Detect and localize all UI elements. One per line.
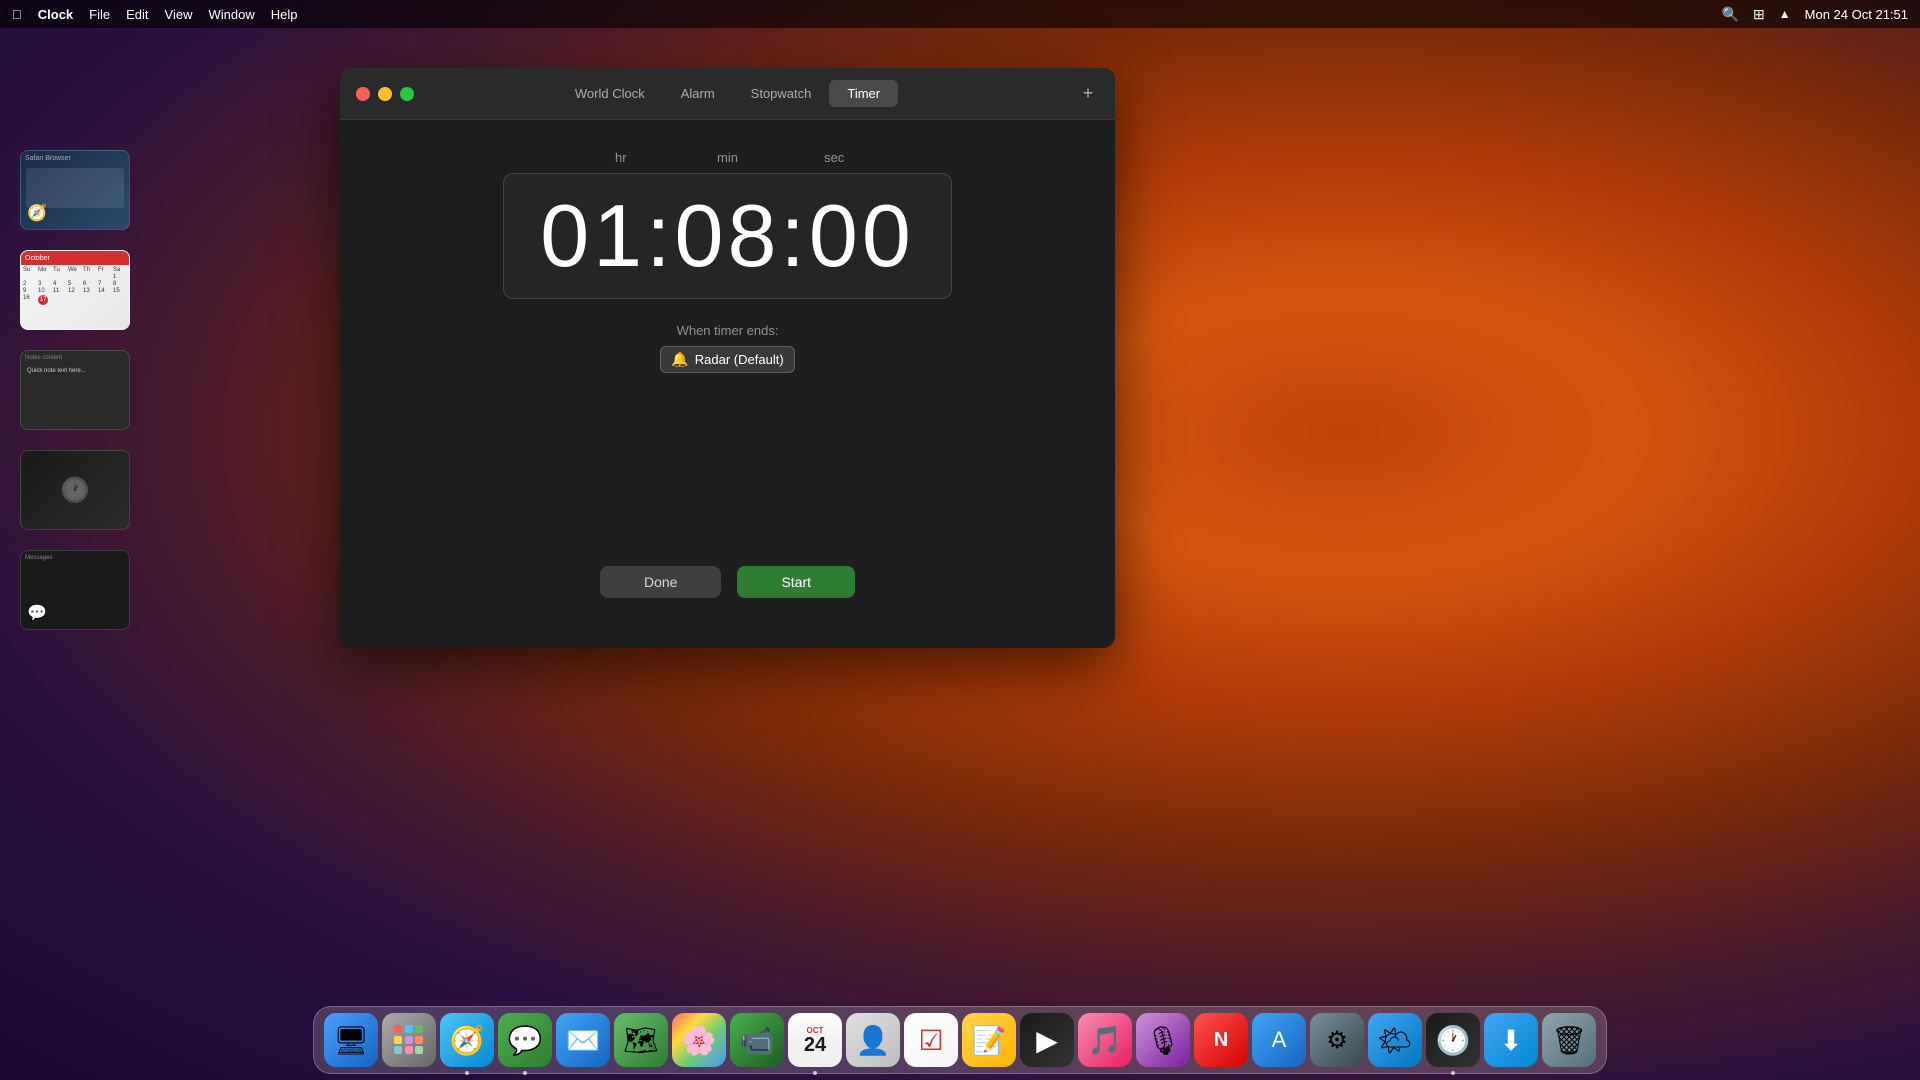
- news-icon: N: [1214, 1029, 1228, 1052]
- add-tab-button[interactable]: +: [1077, 83, 1099, 105]
- reminders-icon: ☑: [918, 1024, 943, 1057]
- dock-item-podcasts[interactable]: 🎙: [1136, 1013, 1190, 1067]
- when-timer-ends-section: When timer ends: 🔔 Radar (Default): [660, 323, 794, 373]
- appletv-icon: ▶: [1036, 1024, 1058, 1057]
- start-button[interactable]: Start: [737, 566, 855, 598]
- safari-icon: 🧭: [450, 1024, 485, 1057]
- window-menu[interactable]: Window: [208, 7, 254, 22]
- messages-icon: 💬: [508, 1024, 543, 1057]
- airdrop-icon: ⬇: [1499, 1024, 1522, 1057]
- thumbnail-safari[interactable]: Safari Browser 🧭: [20, 150, 130, 230]
- dock-item-mail[interactable]: ✉️: [556, 1013, 610, 1067]
- dock-item-weather[interactable]: 🌤: [1368, 1013, 1422, 1067]
- dock-item-appstore[interactable]: A: [1252, 1013, 1306, 1067]
- timer-display-wrapper[interactable]: 01:08:00: [503, 173, 952, 299]
- weather-icon: 🌤: [1377, 1024, 1413, 1057]
- close-button[interactable]: [356, 87, 370, 101]
- minimize-button[interactable]: [378, 87, 392, 101]
- contacts-icon: 👤: [856, 1024, 891, 1057]
- maximize-button[interactable]: [400, 87, 414, 101]
- file-menu[interactable]: File: [89, 7, 110, 22]
- dock-item-system-preferences[interactable]: ⚙: [1310, 1013, 1364, 1067]
- mail-icon: ✉️: [566, 1024, 601, 1057]
- dock-item-airdrop[interactable]: ⬇: [1484, 1013, 1538, 1067]
- dock-item-calendar[interactable]: OCT 24: [788, 1013, 842, 1067]
- clock-icon: 🕐: [1436, 1024, 1471, 1057]
- apple-menu[interactable]: : [12, 7, 22, 22]
- sound-selector[interactable]: 🔔 Radar (Default): [660, 346, 794, 373]
- dock-item-appletv[interactable]: ▶: [1020, 1013, 1074, 1067]
- sound-name: Radar (Default): [695, 352, 784, 367]
- dock-item-contacts[interactable]: 👤: [846, 1013, 900, 1067]
- dock-item-maps[interactable]: 🗺: [614, 1013, 668, 1067]
- hr-label: hr: [568, 150, 675, 165]
- messages-dot: [523, 1071, 527, 1075]
- dock-item-notes[interactable]: 📝: [962, 1013, 1016, 1067]
- safari-dot: [465, 1071, 469, 1075]
- done-button[interactable]: Done: [600, 566, 721, 598]
- menubar:  Clock File Edit View Window Help 🔍 ⊞ ▲…: [0, 0, 1920, 28]
- trash-icon: 🗑: [1551, 1024, 1587, 1057]
- dock-item-clock[interactable]: 🕐: [1426, 1013, 1480, 1067]
- dock-item-finder[interactable]: 🖥: [324, 1013, 378, 1067]
- button-row: Done Start: [600, 566, 855, 598]
- thumbnail-messages[interactable]: Messages 💬: [20, 550, 130, 630]
- dock-item-photos[interactable]: 🌸: [672, 1013, 726, 1067]
- edit-menu[interactable]: Edit: [126, 7, 148, 22]
- tab-stopwatch[interactable]: Stopwatch: [733, 80, 830, 107]
- min-label: min: [674, 150, 781, 165]
- dock-item-trash[interactable]: 🗑: [1542, 1013, 1596, 1067]
- dock-item-reminders[interactable]: ☑: [904, 1013, 958, 1067]
- dock-item-news[interactable]: N: [1194, 1013, 1248, 1067]
- dock: 🖥 🧭 💬 ✉️ 🗺: [313, 1006, 1607, 1074]
- search-icon[interactable]: 🔍: [1722, 6, 1739, 23]
- window-titlebar: World Clock Alarm Stopwatch Timer +: [340, 68, 1115, 120]
- timer-content: hr min sec 01:08:00 When timer ends: 🔔 R…: [340, 120, 1115, 648]
- timer-unit-labels: hr min sec: [568, 150, 888, 165]
- tab-world-clock[interactable]: World Clock: [557, 80, 663, 107]
- traffic-lights: [356, 87, 414, 101]
- appstore-icon: A: [1272, 1027, 1287, 1053]
- safari-thumb-icon: 🧭: [27, 203, 47, 223]
- dock-item-facetime[interactable]: 📹: [730, 1013, 784, 1067]
- finder-icon: 🖥: [333, 1024, 369, 1057]
- thumbnail-clock[interactable]: 🕐: [20, 450, 130, 530]
- when-label: When timer ends:: [677, 323, 779, 338]
- maps-icon: 🗺: [623, 1024, 659, 1057]
- timer-display[interactable]: 01:08:00: [540, 192, 915, 280]
- help-menu[interactable]: Help: [271, 7, 298, 22]
- mission-control-thumbnails: Safari Browser 🧭 October SuMoTuWeThFrSa …: [20, 150, 130, 630]
- tab-bar: World Clock Alarm Stopwatch Timer: [356, 80, 1099, 107]
- music-icon: 🎵: [1088, 1024, 1123, 1057]
- launchpad-icon: [394, 1025, 424, 1055]
- podcasts-icon: 🎙: [1145, 1024, 1181, 1057]
- desktop:  Clock File Edit View Window Help 🔍 ⊞ ▲…: [0, 0, 1920, 1080]
- wifi-icon[interactable]: ▲: [1779, 7, 1791, 21]
- calendar-dot: [813, 1071, 817, 1075]
- dock-item-launchpad[interactable]: [382, 1013, 436, 1067]
- sound-emoji: 🔔: [671, 351, 688, 368]
- clock-dot: [1451, 1071, 1455, 1075]
- clock-window: World Clock Alarm Stopwatch Timer + hr m…: [340, 68, 1115, 648]
- notes-icon: 📝: [972, 1024, 1007, 1057]
- tab-alarm[interactable]: Alarm: [663, 80, 733, 107]
- tab-timer[interactable]: Timer: [829, 80, 898, 107]
- thumbnail-notes[interactable]: Notes content Quick note text here...: [20, 350, 130, 430]
- dock-item-safari[interactable]: 🧭: [440, 1013, 494, 1067]
- app-name-menu[interactable]: Clock: [38, 7, 73, 22]
- datetime-display: Mon 24 Oct 21:51: [1805, 7, 1908, 22]
- dock-item-messages[interactable]: 💬: [498, 1013, 552, 1067]
- sec-label: sec: [781, 150, 888, 165]
- photos-icon: 🌸: [682, 1024, 717, 1057]
- syspreferences-icon: ⚙: [1326, 1026, 1348, 1055]
- facetime-icon: 📹: [740, 1024, 775, 1057]
- dock-item-music[interactable]: 🎵: [1078, 1013, 1132, 1067]
- control-center-icon[interactable]: ⊞: [1753, 6, 1765, 23]
- view-menu[interactable]: View: [165, 7, 193, 22]
- thumbnail-calendar[interactable]: October SuMoTuWeThFrSa 1 2345678 9101112…: [20, 250, 130, 330]
